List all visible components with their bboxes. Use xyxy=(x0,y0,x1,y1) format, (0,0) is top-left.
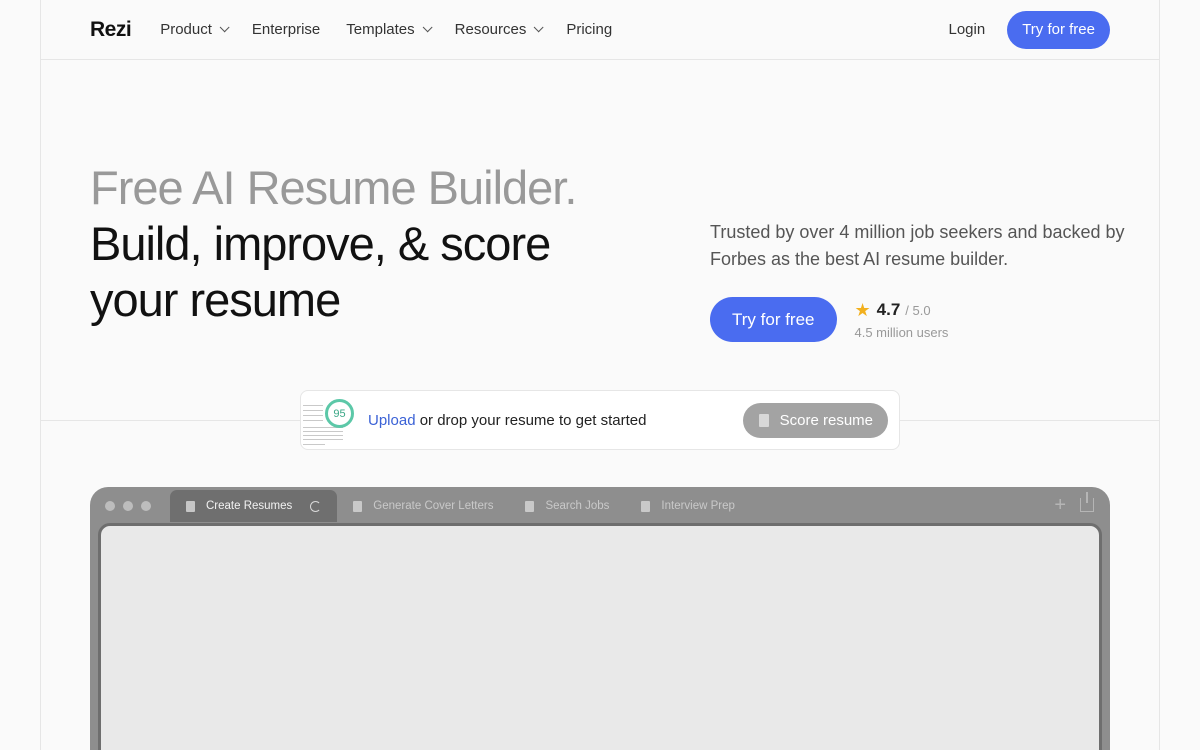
rating-score-row: ★ 4.7 / 5.0 xyxy=(855,300,949,321)
nav-item-label: Resources xyxy=(454,21,527,38)
rating: ★ 4.7 / 5.0 4.5 million users xyxy=(855,300,949,340)
thumb-line xyxy=(303,415,323,416)
score-ring-badge: 95 xyxy=(325,399,354,428)
login-link[interactable]: Login xyxy=(949,21,986,38)
window-content xyxy=(98,523,1102,750)
hero-title: Free AI Resume Builder. Build, improve, … xyxy=(90,160,650,328)
star-icon: ★ xyxy=(854,299,871,320)
try-free-nav-button[interactable]: Try for free xyxy=(1007,10,1110,49)
window-tabs: Create Resumes Generate Cover Letters Se… xyxy=(170,490,751,522)
upload-link[interactable]: Upload xyxy=(368,412,416,429)
score-resume-label: Score resume xyxy=(779,411,873,429)
window-dot-icon xyxy=(141,501,151,511)
thumb-line xyxy=(303,439,343,440)
resume-thumbnail: 95 xyxy=(301,391,356,449)
nav-item-label: Pricing xyxy=(566,21,613,38)
nav-item-label: Product xyxy=(160,21,212,38)
rating-max: / 5.0 xyxy=(905,302,931,318)
rating-users: 4.5 million users xyxy=(854,324,949,340)
tab-label: Interview Prep xyxy=(661,500,735,512)
thumb-line xyxy=(303,435,343,436)
upload-text: Upload or drop your resume to get starte… xyxy=(368,412,647,429)
cta-row: Try for free ★ 4.7 / 5.0 4.5 million use… xyxy=(710,297,1130,342)
nav-item-templates[interactable]: Templates xyxy=(346,21,433,38)
score-resume-button[interactable]: Score resume xyxy=(742,402,888,438)
window-dot-icon xyxy=(105,501,115,511)
loading-spinner-icon xyxy=(310,500,322,512)
window-controls xyxy=(105,501,159,511)
chevron-down-icon xyxy=(219,22,230,33)
document-icon xyxy=(758,413,769,427)
nav-divider xyxy=(40,59,1160,60)
thumb-line xyxy=(303,420,323,421)
hero-right: Trusted by over 4 million job seekers an… xyxy=(710,219,1130,342)
document-icon xyxy=(641,500,651,512)
tab-label: Generate Cover Letters xyxy=(373,500,494,512)
document-icon xyxy=(353,500,363,512)
tab-search-jobs[interactable]: Search Jobs xyxy=(509,490,625,522)
plus-icon[interactable]: + xyxy=(1054,495,1066,515)
nav-item-enterprise[interactable]: Enterprise xyxy=(252,21,320,38)
tab-create-resumes[interactable]: Create Resumes xyxy=(170,490,338,522)
tab-label: Search Jobs xyxy=(545,500,610,512)
thumb-line xyxy=(303,405,323,406)
upload-instruction: or drop your resume to get started xyxy=(415,411,647,429)
chevron-down-icon xyxy=(534,22,544,33)
tab-label: Create Resumes xyxy=(206,500,293,512)
upload-dropzone[interactable]: 95 Upload or drop your resume to get sta… xyxy=(300,390,900,450)
window-actions: + xyxy=(1054,492,1094,515)
window-dot-icon xyxy=(123,501,133,511)
nav-right: Login Try for free xyxy=(949,10,1110,49)
app-window: Create Resumes Generate Cover Letters Se… xyxy=(90,487,1110,750)
try-free-hero-button[interactable]: Try for free xyxy=(710,297,837,342)
thumb-line xyxy=(303,410,323,411)
chevron-down-icon xyxy=(422,22,433,33)
nav-item-resources[interactable]: Resources xyxy=(454,21,544,38)
tab-interview-prep[interactable]: Interview Prep xyxy=(625,490,751,522)
nav-item-pricing[interactable]: Pricing xyxy=(566,21,612,38)
document-icon xyxy=(186,500,195,512)
hero-title-line-1: Free AI Resume Builder. xyxy=(90,161,577,214)
hero-description: Trusted by over 4 million job seekers an… xyxy=(710,222,1125,269)
tab-generate-cover-letters[interactable]: Generate Cover Letters xyxy=(337,490,509,522)
logo[interactable]: Rezi xyxy=(90,18,132,42)
hero-title-line-3: your resume xyxy=(90,273,341,326)
hero-title-line-2: Build, improve, & score xyxy=(90,217,551,270)
frame-line-left xyxy=(40,0,41,750)
nav-item-label: Templates xyxy=(346,21,415,38)
nav-item-label: Enterprise xyxy=(251,21,321,38)
share-icon[interactable] xyxy=(1080,492,1094,512)
top-nav: Rezi Product Enterprise Templates Resour… xyxy=(40,0,1160,59)
thumb-line xyxy=(303,431,343,432)
nav-item-product[interactable]: Product xyxy=(160,21,230,38)
frame-line-right xyxy=(1159,0,1160,750)
document-icon xyxy=(525,500,535,512)
thumb-line xyxy=(303,444,325,445)
rating-score: 4.7 xyxy=(876,300,901,319)
